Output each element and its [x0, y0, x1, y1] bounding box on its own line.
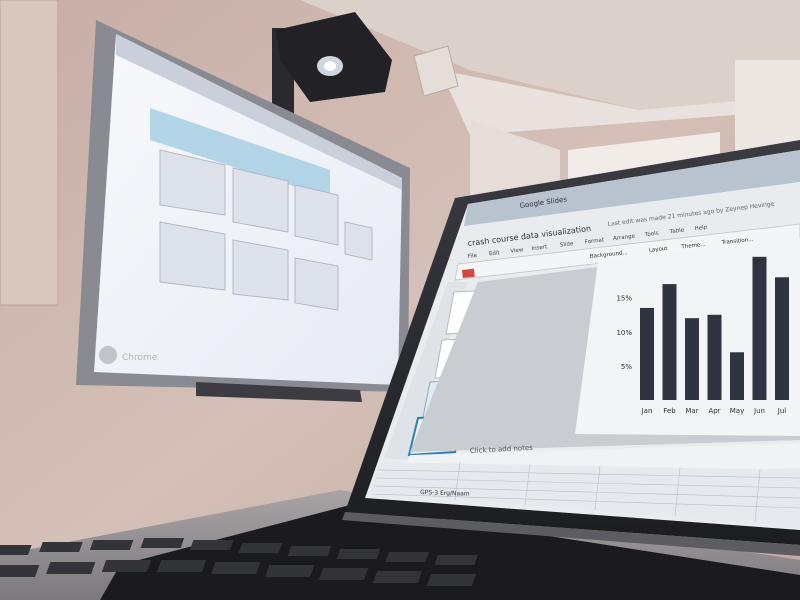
bar-may	[730, 352, 744, 400]
scene-svg: Chrome Google Slides crash course data v…	[0, 0, 800, 600]
bar-mar	[685, 318, 699, 400]
y-tick-label: 10%	[616, 329, 632, 337]
new-slide-button[interactable]	[462, 268, 475, 278]
bar-jul	[775, 277, 789, 400]
bar-jan	[640, 307, 654, 400]
x-tick-label: Apr	[708, 407, 720, 415]
bar-apr	[707, 314, 722, 400]
photo-scene: Chrome Google Slides crash course data v…	[0, 0, 800, 600]
y-tick-label: 5%	[621, 363, 632, 371]
whiteboard-logo-text: Chrome	[122, 353, 158, 363]
x-tick-label: Jul	[777, 407, 787, 415]
x-tick-label: Jan	[641, 407, 653, 415]
wall-cabinet	[0, 0, 59, 306]
bar-feb	[662, 284, 677, 400]
x-tick-label: Mar	[685, 407, 698, 415]
x-tick-label: Feb	[663, 407, 676, 415]
bar-jun	[752, 256, 767, 400]
x-tick-label: May	[730, 407, 744, 415]
y-tick-label: 15%	[616, 295, 632, 303]
chrome-logo-icon	[99, 346, 117, 364]
menu-item[interactable]: File	[468, 253, 478, 260]
x-tick-label: Jun	[753, 407, 765, 415]
